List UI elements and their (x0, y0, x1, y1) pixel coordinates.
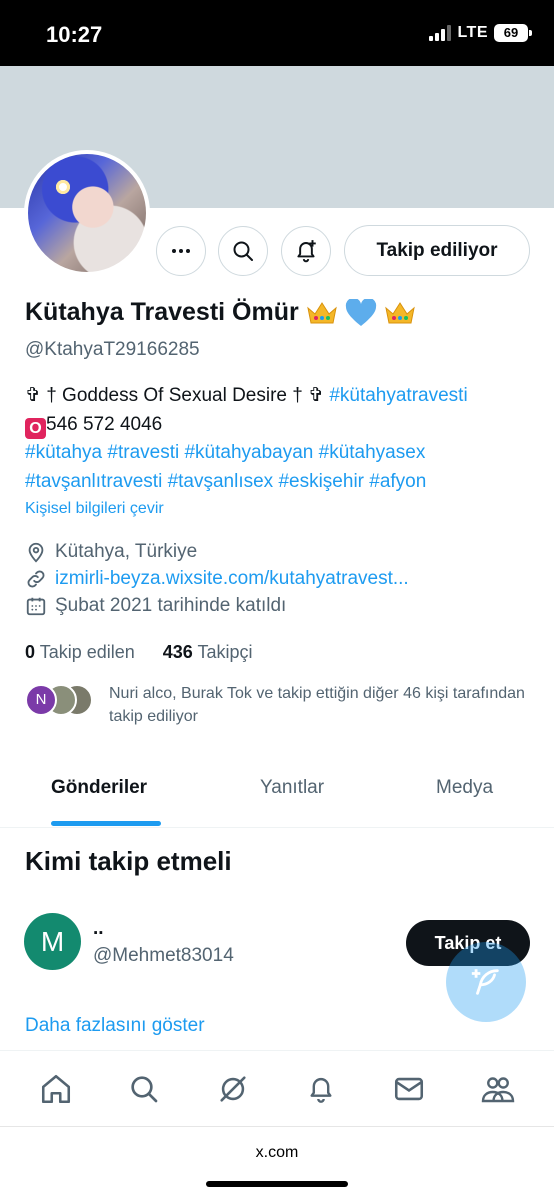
home-indicator[interactable] (206, 1181, 348, 1187)
hashtag-links[interactable]: #kütahya #travesti #kütahyabayan #kütahy… (25, 439, 535, 468)
nav-notifications[interactable] (296, 1064, 346, 1114)
crown-emoji-icon (384, 301, 415, 323)
known-followers[interactable]: N Nuri alco, Burak Tok ve takip ettiğin … (25, 682, 539, 728)
following-button[interactable]: Takip ediliyor (344, 225, 530, 276)
suggested-user-avatar[interactable]: M (24, 913, 81, 970)
nav-communities[interactable] (473, 1064, 523, 1114)
profile-name-row: Kütahya Travesti Ömür (25, 298, 417, 327)
suggested-user-name[interactable]: .. (93, 918, 104, 940)
following-count-link[interactable]: 0 Takip edilen (25, 642, 135, 663)
profile-avatar[interactable] (24, 150, 150, 276)
location-text: Kütahya, Türkiye (55, 541, 198, 562)
browser-url-bar[interactable]: x.com (0, 1126, 554, 1200)
compose-feather-icon (471, 969, 499, 995)
more-icon (172, 249, 190, 253)
joined-text: Şubat 2021 tarihinde katıldı (55, 595, 287, 616)
website-link[interactable]: izmirli-beyza.wixsite.com/kutahyatravest… (55, 568, 409, 590)
profile-name: Kütahya Travesti Ömür (25, 298, 299, 326)
bell-plus-icon (297, 240, 316, 263)
avatar: N (25, 684, 57, 716)
nav-search[interactable] (119, 1064, 169, 1114)
communities-icon (481, 1076, 514, 1102)
tab-replies[interactable]: Yanıtlar (260, 777, 324, 799)
show-more-link[interactable]: Daha fazlasını göster (25, 1015, 205, 1037)
calendar-icon (26, 597, 46, 616)
profile-tabs: Gönderiler Yanıtlar Medya (0, 760, 554, 828)
status-indicators: LTE 69 (429, 24, 532, 42)
crown-emoji-icon (306, 301, 337, 323)
location-row: Kütahya, Türkiye (25, 541, 197, 563)
search-icon (233, 241, 253, 261)
known-followers-text: Nuri alco, Burak Tok ve takip ettiğin di… (109, 685, 525, 725)
tab-media[interactable]: Medya (436, 777, 493, 799)
profile-handle: @KtahyaT29166285 (25, 339, 200, 360)
notifications-icon (310, 1077, 332, 1103)
bio-line: ✞ † Goddess Of Sexual Desire † ✞ #kütahy… (25, 382, 535, 411)
bio-phone: 546 572 4046 (46, 413, 163, 435)
flower-decoration (56, 180, 70, 194)
status-bar: 10:27 LTE 69 (0, 0, 554, 66)
notify-button[interactable] (281, 226, 331, 276)
signal-icon (429, 25, 452, 41)
website-row: izmirli-beyza.wixsite.com/kutahyatravest… (25, 568, 409, 590)
status-time: 10:27 (46, 22, 103, 47)
blue-heart-emoji-icon (345, 298, 376, 326)
url-text[interactable]: x.com (0, 1144, 554, 1162)
location-pin-icon (28, 542, 44, 563)
follow-counts: 0 Takip edilen 436 Takipçi (25, 642, 253, 663)
hashtag-links[interactable]: #tavşanlıtravesti #tavşanlısex #eskişehi… (25, 468, 535, 497)
search-profile-button[interactable] (218, 226, 268, 276)
who-to-follow-title: Kimi takip etmeli (25, 846, 232, 876)
home-icon (42, 1074, 71, 1103)
compose-post-button[interactable] (446, 942, 526, 1022)
nav-grok[interactable] (208, 1064, 258, 1114)
translate-bio-link[interactable]: Kişisel bilgileri çevir (25, 500, 164, 518)
known-follower-avatars: N (25, 682, 95, 718)
joined-row: Şubat 2021 tarihinde katıldı (25, 595, 286, 617)
grok-icon (220, 1075, 246, 1102)
network-type: LTE (457, 24, 488, 41)
messages-icon (395, 1077, 424, 1100)
nav-home[interactable] (31, 1064, 81, 1114)
hashtag-link[interactable]: #kütahyatravesti (329, 385, 467, 406)
profile-bio: ✞ † Goddess Of Sexual Desire † ✞ #kütahy… (25, 382, 535, 496)
search-icon (131, 1075, 158, 1102)
bio-phone-line: O 546 572 4046 (25, 411, 535, 440)
bio-text: ✞ † Goddess Of Sexual Desire † ✞ (25, 385, 330, 406)
active-tab-indicator (51, 821, 161, 826)
suggested-user-handle: @Mehmet83014 (93, 945, 234, 966)
more-options-button[interactable] (156, 226, 206, 276)
link-icon (27, 570, 45, 588)
followers-count-link[interactable]: 436 Takipçi (163, 642, 253, 663)
red-o-emoji-icon: O (25, 417, 46, 439)
nav-messages[interactable] (384, 1064, 434, 1114)
tab-posts[interactable]: Gönderiler (51, 777, 147, 799)
battery-icon: 69 (494, 24, 532, 42)
bottom-navigation (0, 1050, 554, 1126)
